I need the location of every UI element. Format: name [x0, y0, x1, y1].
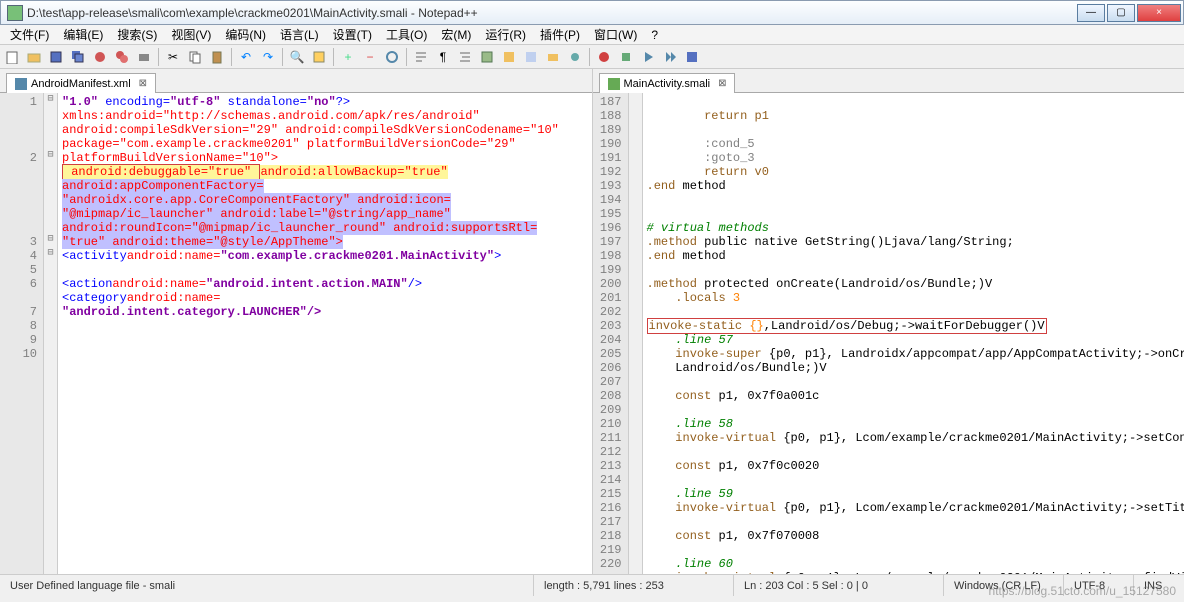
- tool-docmap-icon[interactable]: [499, 47, 519, 67]
- tab-androidmanifest[interactable]: AndroidManifest.xml ⊠: [6, 73, 156, 93]
- menu-file[interactable]: 文件(F): [4, 24, 55, 45]
- watermark: https://blog.51cto.com/u_15127580: [989, 584, 1176, 598]
- status-language: User Defined language file - smali: [0, 575, 534, 596]
- tab-label: AndroidManifest.xml: [31, 78, 131, 90]
- tool-paste-icon[interactable]: [207, 47, 227, 67]
- close-button[interactable]: ×: [1137, 4, 1181, 22]
- menu-view[interactable]: 视图(V): [165, 24, 217, 45]
- tool-saverec-icon[interactable]: [682, 47, 702, 67]
- tab-close-icon[interactable]: ⊠: [139, 78, 147, 89]
- tool-funclist-icon[interactable]: [521, 47, 541, 67]
- menu-bar: 文件(F) 编辑(E) 搜索(S) 视图(V) 编码(N) 语言(L) 设置(T…: [0, 25, 1184, 45]
- right-editor[interactable]: 1871881891901911921931941951961971981992…: [593, 93, 1184, 574]
- tool-closeall-icon[interactable]: [112, 47, 132, 67]
- tool-monitor-icon[interactable]: [565, 47, 585, 67]
- left-pane: AndroidManifest.xml ⊠ 1 2 3456 78910 ⊟ ⊟…: [0, 69, 593, 574]
- app-icon: [7, 5, 23, 21]
- tool-print-icon[interactable]: [134, 47, 154, 67]
- tab-label: MainActivity.smali: [624, 78, 711, 90]
- menu-settings[interactable]: 设置(T): [327, 24, 378, 45]
- tool-userlang-icon[interactable]: [477, 47, 497, 67]
- window-titlebar: D:\test\app-release\smali\com\example\cr…: [0, 0, 1184, 25]
- maximize-button[interactable]: ▢: [1107, 4, 1135, 22]
- tool-showchars-icon[interactable]: ¶: [433, 47, 453, 67]
- tool-open-icon[interactable]: [24, 47, 44, 67]
- tool-close-icon[interactable]: [90, 47, 110, 67]
- status-length: length : 5,791 lines : 253: [534, 575, 734, 596]
- menu-help[interactable]: ?: [645, 26, 664, 44]
- tool-undo-icon[interactable]: ↶: [236, 47, 256, 67]
- tool-copy-icon[interactable]: [185, 47, 205, 67]
- tool-playall-icon[interactable]: [660, 47, 680, 67]
- tool-zoomin-icon[interactable]: +: [338, 47, 358, 67]
- minimize-button[interactable]: —: [1077, 4, 1105, 22]
- tool-record-icon[interactable]: [594, 47, 614, 67]
- menu-search[interactable]: 搜索(S): [111, 24, 163, 45]
- status-position: Ln : 203 Col : 5 Sel : 0 | 0: [734, 575, 944, 596]
- menu-window[interactable]: 窗口(W): [588, 24, 643, 45]
- tool-redo-icon[interactable]: ↷: [258, 47, 278, 67]
- menu-run[interactable]: 运行(R): [479, 24, 532, 45]
- tool-saveall-icon[interactable]: [68, 47, 88, 67]
- tool-indent-icon[interactable]: [455, 47, 475, 67]
- menu-encoding[interactable]: 编码(N): [219, 24, 272, 45]
- file-icon: [15, 78, 27, 90]
- tool-new-icon[interactable]: [2, 47, 22, 67]
- window-title: D:\test\app-release\smali\com\example\cr…: [27, 6, 1077, 20]
- left-editor[interactable]: 1 2 3456 78910 ⊟ ⊟ ⊟⊟ "1.0" encoding="ut…: [0, 93, 592, 574]
- tool-find-icon[interactable]: 🔍: [287, 47, 307, 67]
- right-pane: MainActivity.smali ⊠ 1871881891901911921…: [593, 69, 1184, 574]
- tool-stop-icon[interactable]: [616, 47, 636, 67]
- tool-zoomout-icon[interactable]: −: [360, 47, 380, 67]
- tab-close-icon[interactable]: ⊠: [718, 78, 726, 89]
- menu-macro[interactable]: 宏(M): [435, 24, 477, 45]
- tool-cut-icon[interactable]: ✂: [163, 47, 183, 67]
- menu-edit[interactable]: 编辑(E): [57, 24, 109, 45]
- tool-save-icon[interactable]: [46, 47, 66, 67]
- menu-language[interactable]: 语言(L): [274, 24, 325, 45]
- tool-play-icon[interactable]: [638, 47, 658, 67]
- toolbar: ✂ ↶ ↷ 🔍 + − ¶: [0, 45, 1184, 69]
- file-icon: [608, 78, 620, 90]
- menu-tools[interactable]: 工具(O): [380, 24, 433, 45]
- tool-replace-icon[interactable]: [309, 47, 329, 67]
- tool-wrap-icon[interactable]: [411, 47, 431, 67]
- tab-mainactivity[interactable]: MainActivity.smali ⊠: [599, 73, 736, 93]
- tool-sync-icon[interactable]: [382, 47, 402, 67]
- tool-folder-icon[interactable]: [543, 47, 563, 67]
- menu-plugins[interactable]: 插件(P): [534, 24, 586, 45]
